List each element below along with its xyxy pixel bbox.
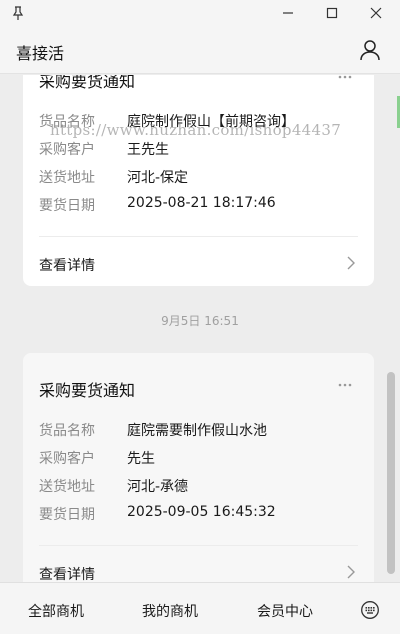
menu-my-opportunities[interactable]: 我的商机 <box>142 601 198 621</box>
card-title: 采购要货通知 <box>39 75 136 91</box>
window-titlebar <box>0 0 400 28</box>
message-list[interactable]: 采购要货通知 货品名称 庭院制作假山【前期咨询】 采购客户 王先生 送货地址 河… <box>0 75 400 582</box>
chat-title: 喜接活 <box>16 44 65 63</box>
purchase-notice-card[interactable]: 采购要货通知 货品名称 庭院制作假山【前期咨询】 采购客户 王先生 送货地址 河… <box>23 75 374 286</box>
menu-all-opportunities[interactable]: 全部商机 <box>28 601 84 621</box>
field-product: 货品名称 庭院需要制作假山水池 <box>39 420 359 440</box>
field-value: 庭院需要制作假山水池 <box>127 423 267 439</box>
field-label: 货品名称 <box>39 423 95 439</box>
view-details-link[interactable]: 查看详情 <box>39 564 95 582</box>
maximize-icon <box>326 7 338 19</box>
field-customer: 采购客户 先生 <box>39 448 359 468</box>
field-value: 庭院制作假山【前期咨询】 <box>127 114 295 130</box>
field-product: 货品名称 庭院制作假山【前期咨询】 <box>39 111 359 131</box>
close-icon <box>370 7 382 19</box>
field-value: 王先生 <box>127 142 169 158</box>
field-label: 送货地址 <box>39 170 95 186</box>
chat-header: 喜接活 <box>0 28 400 74</box>
chevron-right-icon[interactable] <box>347 256 356 270</box>
minimize-button[interactable] <box>276 4 300 22</box>
field-address: 送货地址 河北-承德 <box>39 476 359 496</box>
view-details-link[interactable]: 查看详情 <box>39 255 95 275</box>
field-label: 要货日期 <box>39 507 95 523</box>
bottom-menu: 全部商机 我的商机 会员中心 <box>0 582 400 634</box>
divider <box>39 545 358 546</box>
pin-icon[interactable] <box>10 5 26 21</box>
field-value: 2025-08-21 18:17:46 <box>127 195 276 211</box>
field-date: 要货日期 2025-08-21 18:17:46 <box>39 195 359 215</box>
field-label: 货品名称 <box>39 114 95 130</box>
field-date: 要货日期 2025-09-05 16:45:32 <box>39 504 359 524</box>
purchase-notice-card[interactable]: 采购要货通知 货品名称 庭院需要制作假山水池 采购客户 先生 送货地址 河北-承… <box>23 353 374 582</box>
field-label: 采购客户 <box>39 451 95 467</box>
minimize-icon <box>283 12 293 14</box>
field-address: 送货地址 河北-保定 <box>39 167 359 187</box>
field-value: 2025-09-05 16:45:32 <box>127 504 276 520</box>
more-icon[interactable] <box>338 75 352 79</box>
field-label: 采购客户 <box>39 142 95 158</box>
field-customer: 采购客户 王先生 <box>39 139 359 159</box>
field-label: 要货日期 <box>39 198 95 214</box>
field-value: 先生 <box>127 451 155 467</box>
more-icon[interactable] <box>338 383 352 387</box>
chevron-right-icon[interactable] <box>347 565 356 579</box>
scrollbar-thumb[interactable] <box>387 372 395 574</box>
maximize-button[interactable] <box>320 4 344 22</box>
field-value: 河北-保定 <box>127 170 189 186</box>
keyboard-icon[interactable] <box>360 600 380 620</box>
user-icon[interactable] <box>358 38 382 62</box>
menu-member-center[interactable]: 会员中心 <box>257 601 313 621</box>
message-timestamp: 9月5日 16:51 <box>161 314 239 328</box>
field-value: 河北-承德 <box>127 479 189 495</box>
close-button[interactable] <box>364 4 388 22</box>
field-label: 送货地址 <box>39 479 95 495</box>
card-title: 采购要货通知 <box>39 381 136 400</box>
divider <box>39 236 358 237</box>
